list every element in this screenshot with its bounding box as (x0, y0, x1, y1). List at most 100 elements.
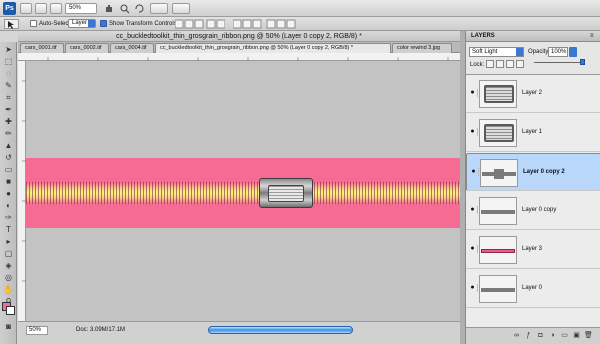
visibility-eye-icon[interactable]: ● (468, 284, 478, 292)
tab-grosgrain-ribbon[interactable]: cc_buckledtoolkit_thin_grosgrain_ribbon.… (155, 43, 391, 53)
arrange-documents-button[interactable] (150, 3, 168, 14)
lock-position-icon[interactable] (506, 60, 514, 68)
show-transform-controls-checkbox[interactable] (100, 20, 107, 27)
tab-cars-0004[interactable]: cars_0004.tif (110, 43, 154, 53)
layer-name: Layer 0 copy (522, 207, 557, 213)
layers-panel-title[interactable]: LAYERS (471, 31, 495, 42)
bridge-button[interactable] (20, 3, 32, 14)
layer-row-layer-2[interactable]: ● Layer 2 (466, 75, 600, 113)
layer-name: Layer 0 copy 2 (523, 169, 565, 175)
zoom-tool-icon[interactable] (118, 3, 131, 14)
link-layers-icon[interactable]: ∞ (512, 332, 521, 340)
band-thumbnail-graphic (481, 210, 515, 214)
visibility-eye-icon[interactable]: ● (468, 128, 478, 136)
distribute-buttons-group[interactable] (232, 19, 297, 29)
layer-mask-icon[interactable]: ◘ (536, 332, 545, 340)
tab-cars-0001[interactable]: cars_0001.tif (20, 43, 64, 53)
tab-cars-0002[interactable]: cars_0002.tif (65, 43, 109, 53)
visibility-eye-icon[interactable]: ● (468, 89, 478, 97)
lock-transparency-icon[interactable] (486, 60, 494, 68)
eyedropper-tool-icon[interactable]: ✒ (3, 105, 14, 115)
dodge-tool-icon[interactable]: ◐ (3, 201, 14, 211)
gradient-tool-icon[interactable]: ■ (3, 177, 14, 187)
layer-thumbnail (479, 80, 517, 108)
document-tabs: cars_0001.tif cars_0002.tif cars_0004.ti… (18, 42, 460, 53)
layer-row-layer-0[interactable]: ● Layer 0 (466, 270, 600, 308)
minibridge-button[interactable] (35, 3, 47, 14)
grosgrain-stripe (26, 182, 460, 204)
hand-tool-icon[interactable] (103, 3, 116, 14)
layer-row-layer-3[interactable]: ● Layer 3 (466, 231, 600, 269)
document-size-info[interactable]: Doc: 3.09M/17.1M (76, 326, 125, 335)
layers-panel-header: LAYERS ≡ (466, 31, 600, 42)
opacity-field[interactable]: 100% (548, 47, 568, 57)
options-bar: Auto-Select: Layer Show Transform Contro… (0, 17, 600, 31)
lasso-tool-icon[interactable]: ◌ (3, 69, 14, 79)
visibility-eye-icon[interactable]: ● (468, 245, 478, 253)
hand-tool-icon[interactable]: ✋ (3, 285, 14, 295)
move-tool-icon[interactable]: ➤ (3, 45, 14, 55)
screen-mode-button[interactable] (172, 3, 190, 14)
quick-select-tool-icon[interactable]: ✎ (3, 81, 14, 91)
status-zoom-field[interactable]: 50% (26, 326, 48, 335)
type-tool-icon[interactable]: T (3, 225, 14, 235)
layer-list: ● Layer 2 ● Layer 1 ● Layer 0 copy 2 ● L… (466, 74, 600, 327)
layer-row-layer-0-copy-2[interactable]: ● Layer 0 copy 2 (466, 153, 600, 191)
visibility-eye-icon[interactable]: ● (469, 168, 479, 176)
horizontal-ruler (18, 53, 460, 61)
layer-style-icon[interactable]: ƒ (524, 332, 533, 340)
adjustment-layer-icon[interactable]: ◑ (548, 332, 557, 340)
history-brush-tool-icon[interactable]: ↺ (3, 153, 14, 163)
opacity-slider[interactable] (534, 59, 585, 66)
tools-panel: ➤ ⬚ ◌ ✎ ⌗ ✒ ✚ ✏ ▲ ↺ ▭ ■ ● ◐ ✑ T ▸ ▢ ◈ ◎ … (0, 42, 17, 344)
new-group-icon[interactable]: ▭ (560, 332, 569, 340)
marquee-tool-icon[interactable]: ⬚ (3, 57, 14, 67)
eraser-tool-icon[interactable]: ▭ (3, 165, 14, 175)
layer-thumbnail (479, 236, 517, 264)
lock-all-icon[interactable] (516, 60, 524, 68)
layer-row-layer-1[interactable]: ● Layer 1 (466, 114, 600, 152)
background-color-swatch[interactable] (6, 306, 15, 315)
buckle-slot (268, 185, 304, 202)
vertical-ruler (18, 61, 26, 321)
new-layer-icon[interactable]: ▣ (572, 332, 581, 340)
3d-camera-tool-icon[interactable]: ◎ (3, 273, 14, 283)
metal-buckle[interactable] (259, 178, 313, 208)
auto-select-target-select[interactable]: Layer (68, 19, 96, 28)
layer-name: Layer 1 (522, 129, 543, 135)
shape-tool-icon[interactable]: ▢ (3, 249, 14, 259)
rotate-view-icon[interactable] (133, 3, 146, 14)
layer-row-layer-0-copy[interactable]: ● Layer 0 copy (466, 192, 600, 230)
blur-tool-icon[interactable]: ● (3, 189, 14, 199)
blend-mode-select[interactable]: Soft Light (469, 47, 524, 57)
crop-tool-icon[interactable]: ⌗ (3, 93, 14, 103)
align-buttons-group[interactable] (174, 19, 226, 29)
view-extras-button[interactable] (50, 3, 62, 14)
lock-pixels-icon[interactable] (496, 60, 504, 68)
layer-thumbnail (479, 197, 517, 225)
tab-color-rewind[interactable]: color rewind 3.jpg (392, 43, 452, 53)
delete-layer-icon[interactable]: 🗑 (584, 332, 593, 340)
healing-brush-tool-icon[interactable]: ✚ (3, 117, 14, 127)
auto-select-checkbox[interactable] (30, 20, 37, 27)
path-select-tool-icon[interactable]: ▸ (3, 237, 14, 247)
brush-tool-icon[interactable]: ✏ (3, 129, 14, 139)
panel-menu-icon[interactable]: ≡ (590, 33, 598, 40)
opacity-slider-knob[interactable] (580, 59, 585, 65)
document-canvas[interactable] (26, 61, 460, 321)
opacity-dropdown-button[interactable] (569, 47, 577, 57)
tool-preset-picker[interactable] (4, 19, 19, 29)
zoom-level-select[interactable]: 50% (65, 3, 97, 14)
document-title: cc_buckledtoolkit_thin_grosgrain_ribbon.… (18, 31, 460, 42)
quick-mask-icon[interactable]: ◙ (3, 322, 14, 332)
visibility-eye-icon[interactable]: ● (468, 206, 478, 214)
show-transform-controls-label: Show Transform Controls (109, 21, 177, 27)
horizontal-scrollbar[interactable] (208, 326, 353, 334)
clone-stamp-tool-icon[interactable]: ▲ (3, 141, 14, 151)
layer-thumbnail (480, 159, 518, 187)
3d-rotate-tool-icon[interactable]: ◈ (3, 261, 14, 271)
layer-name: Layer 0 (522, 285, 543, 291)
pen-tool-icon[interactable]: ✑ (3, 213, 14, 223)
lock-label: Lock: (470, 62, 485, 68)
opacity-label: Opacity: (528, 49, 551, 55)
